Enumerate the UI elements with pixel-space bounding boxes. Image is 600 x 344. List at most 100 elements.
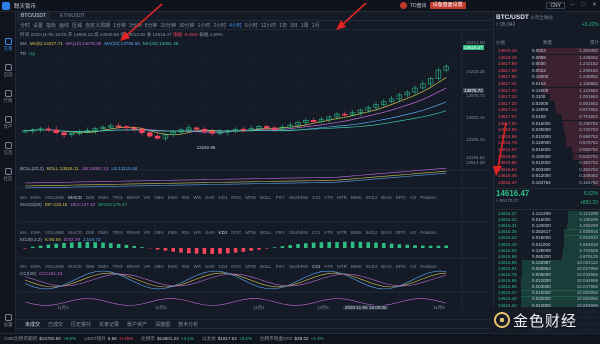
indicator-tab[interactable]: WR (193, 195, 201, 200)
bottom-tab[interactable]: 未成交 (25, 321, 40, 328)
indicator-tab[interactable]: ATR (324, 195, 333, 200)
indicator-tab[interactable]: ROC (231, 230, 241, 235)
indicator-tab[interactable]: StochRSI (289, 230, 308, 235)
toolbar-item[interactable]: 6小时 (245, 22, 258, 29)
indicator-tab[interactable]: Position (420, 264, 436, 269)
indicator-tab[interactable]: DPO (396, 195, 406, 200)
tab-btc-usdt[interactable]: BTC/USDT (17, 11, 50, 21)
indicator-tab[interactable]: BBW (351, 195, 361, 200)
ticker-item[interactable]: 以太坊 $1917.52 +3.2% (202, 336, 252, 342)
indicator-tab[interactable]: RSI (182, 264, 190, 269)
indicator-tab[interactable]: MA (20, 195, 27, 200)
bottom-tab[interactable]: 账户资产 (127, 321, 147, 328)
indicator-tab[interactable]: MTM (245, 230, 255, 235)
indicator-tab[interactable]: EMV (168, 195, 178, 200)
tab-eth-usdt[interactable]: ETH/USDT (56, 12, 89, 21)
ask-row[interactable]: 14618.16 0.0023 1.250362 (494, 48, 600, 55)
ask-row[interactable]: 14617.50 0.10000 1.236862 (494, 74, 600, 81)
indicator-tab[interactable]: KDJ (219, 230, 228, 235)
indicator-tab[interactable]: EMA (31, 264, 41, 269)
indicator-tab[interactable]: VOLUME (45, 195, 64, 200)
toolbar-item[interactable]: 1月 (312, 22, 320, 29)
indicator-tab[interactable]: EMV (168, 230, 178, 235)
indicator-tab[interactable]: MTM (245, 264, 255, 269)
ask-row[interactable]: 14617.13 0.12000 0.871662 (494, 107, 600, 114)
indicator-tab[interactable]: ATR (324, 264, 333, 269)
sidebar-item-favorites[interactable]: 自选 (0, 58, 16, 84)
indicator-tab[interactable]: BRAR (127, 230, 140, 235)
indicator-tab[interactable]: ATR (324, 230, 333, 235)
currency-select[interactable]: CNY (546, 2, 565, 9)
indicator-tab[interactable]: BRAR (127, 195, 140, 200)
indicator-tab[interactable]: WR (193, 230, 201, 235)
indicator-tab[interactable]: BRAR (127, 264, 140, 269)
bottom-tab[interactable]: 已成交 (48, 321, 63, 328)
ask-row[interactable]: 14618.15 0.0059 1.248062 (494, 54, 600, 61)
close-icon[interactable]: ✕ (591, 2, 598, 9)
bottom-tab[interactable]: 深度图 (155, 321, 170, 328)
indicator-tab[interactable]: ROC (231, 264, 241, 269)
toolbar-item[interactable]: 4小时 (229, 22, 242, 29)
indicator-tab[interactable]: VR (144, 264, 150, 269)
toolbar-item[interactable]: 3日 (290, 22, 298, 29)
maximize-icon[interactable]: □ (580, 2, 587, 9)
sidebar-item-market[interactable]: 行情 (0, 84, 16, 110)
toolbar-item[interactable]: 自定义周期 (85, 22, 110, 29)
indicator-tab[interactable]: EMA (31, 195, 41, 200)
indicator-tab[interactable]: MACD (68, 230, 82, 235)
toolbar-item[interactable]: 分时 (20, 22, 30, 29)
indicator-tab[interactable]: BBW (351, 264, 361, 269)
ticker-item[interactable]: 比特币 $14601.22 +4.1% (141, 336, 194, 342)
avatar[interactable] (400, 2, 407, 9)
indicator-tab[interactable]: RSI (182, 230, 190, 235)
indicator-tab[interactable]: MACD (68, 195, 82, 200)
indicator-tab[interactable]: BOLL (260, 195, 272, 200)
device-settings-button[interactable]: 设备盘面设置 (429, 2, 466, 9)
toolbar-item[interactable]: 区域 (72, 22, 82, 29)
ask-row[interactable]: 14617.89 0.0030 1.242162 (494, 61, 600, 68)
indicator-tab[interactable]: CCI (312, 195, 320, 200)
indicator-tab[interactable]: BOLL (260, 230, 272, 235)
indicator-tab[interactable]: DMA (98, 195, 108, 200)
indicator-tab[interactable]: EMV (168, 264, 178, 269)
indicator-tab[interactable]: PSY (276, 195, 285, 200)
indicator-tab[interactable]: MA (20, 230, 27, 235)
indicator-tab[interactable]: WR (193, 264, 201, 269)
ask-row[interactable]: 14617.28 0.1100 1.001662 (494, 94, 600, 101)
ticker-item[interactable]: CME比特币期货 $14750.50 +6.8% (4, 336, 76, 342)
indicator-tab[interactable]: AO (410, 230, 417, 235)
toolbar-item[interactable]: 1周 (301, 22, 309, 29)
toolbar-item[interactable]: 画线 (59, 22, 69, 29)
indicator-tab[interactable]: DMA (98, 230, 108, 235)
bottom-tab[interactable]: 技术分析 (178, 321, 198, 328)
bottom-tab[interactable]: 历史委托 (71, 321, 91, 328)
order-book-symbol[interactable]: BTC/USDT (496, 14, 529, 21)
indicator-tab[interactable]: MACD (68, 264, 82, 269)
indicator-tab[interactable]: Position (420, 195, 436, 200)
indicator-tab[interactable]: KDJ (219, 195, 228, 200)
ticker-item[interactable]: 比特币现金CFD $39.02 +1.4% (260, 336, 324, 342)
ask-row[interactable]: 14616.47 0.163762 0.163762 (494, 180, 600, 187)
bottom-tab[interactable]: 买家记录 (99, 321, 119, 328)
toolbar-item[interactable]: 1小时 (198, 22, 211, 29)
indicator-tab[interactable]: SKDJ (365, 195, 377, 200)
indicator-tab[interactable]: BOLL (260, 264, 272, 269)
indicator-tab[interactable]: KDJ (219, 264, 228, 269)
toolbar-item[interactable]: 指标 (46, 22, 56, 29)
indicator-tab[interactable]: PSY (276, 264, 285, 269)
sidebar-item-community[interactable]: 社区 (0, 162, 16, 188)
indicator-tab[interactable]: TRIX (112, 264, 122, 269)
td-button-label[interactable]: TD盘出 (410, 2, 427, 9)
indicator-tab[interactable]: CCI (312, 264, 320, 269)
indicator-tab[interactable]: ROC (231, 195, 241, 200)
indicator-tab[interactable]: DPO (396, 264, 406, 269)
sidebar-item-settings[interactable]: 设置 (0, 308, 16, 334)
indicator-tab[interactable]: VR (144, 230, 150, 235)
indicator-tab[interactable]: VOLUME (45, 230, 64, 235)
indicator-tab[interactable]: PSY (276, 230, 285, 235)
indicator-tab[interactable]: OBV (154, 195, 164, 200)
indicator-tab[interactable]: BBW (351, 230, 361, 235)
indicator-tab[interactable]: MTM (245, 195, 255, 200)
indicator-tab[interactable]: RSI (182, 195, 190, 200)
indicator-tab[interactable]: VR (144, 195, 150, 200)
